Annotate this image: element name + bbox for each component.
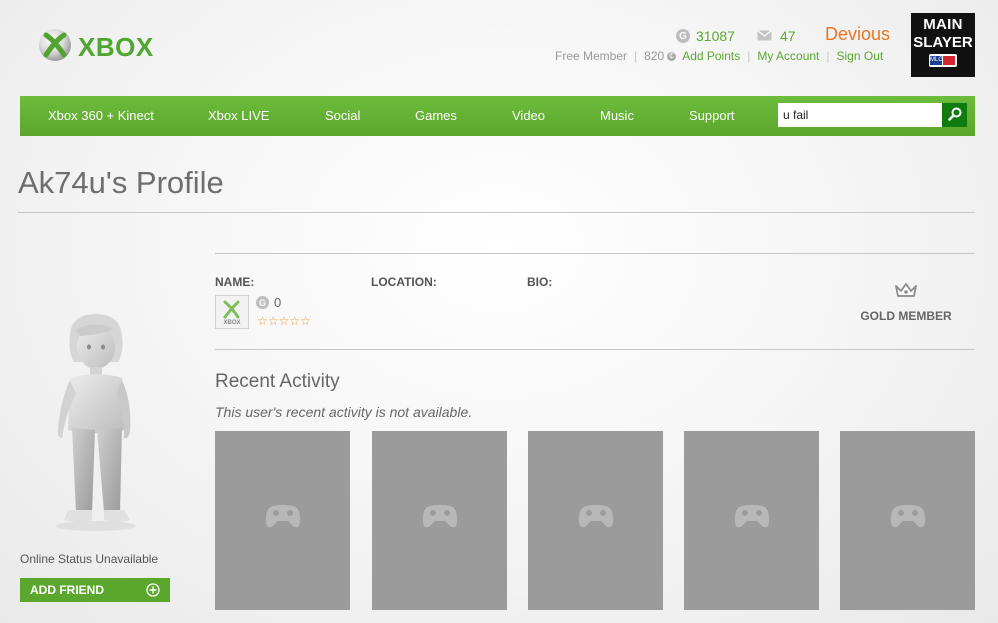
search-icon <box>947 107 962 124</box>
message-count[interactable]: 47 <box>780 28 796 44</box>
mail-icon[interactable] <box>757 28 772 44</box>
gamerscore-value: 31087 <box>696 28 735 44</box>
gamerpic-text-line2: SLAYER <box>913 34 973 51</box>
recent-activity-heading: Recent Activity <box>215 371 340 392</box>
gamerscore-icon: G <box>676 29 690 43</box>
search-input[interactable] <box>778 103 942 127</box>
gamertag-link[interactable]: Devious <box>825 24 890 45</box>
membership-label: Free Member <box>555 49 628 63</box>
nav-xbox-live[interactable]: Xbox LIVE <box>208 96 269 136</box>
xbox-sphere-icon <box>38 28 72 67</box>
add-friend-label: ADD FRIEND <box>30 583 104 597</box>
controller-icon <box>422 505 458 528</box>
profile-gamerscore-value: 0 <box>274 295 282 310</box>
divider: | <box>826 49 830 63</box>
sign-out-link[interactable]: Sign Out <box>837 49 884 63</box>
activity-tile <box>372 431 507 610</box>
star-icon: ☆ <box>278 314 290 328</box>
divider: | <box>747 49 751 63</box>
bio-label: BIO: <box>527 275 553 289</box>
nav-support[interactable]: Support <box>689 96 735 136</box>
xbox-logo[interactable]: XBOX <box>38 28 154 67</box>
activity-tile <box>840 431 975 610</box>
add-points-link[interactable]: Add Points <box>682 49 740 63</box>
star-icon: ☆ <box>289 314 301 328</box>
reputation-stars: ☆☆☆☆☆ <box>257 314 311 328</box>
nav-music[interactable]: Music <box>600 96 634 136</box>
mlg-badge-mark <box>943 56 955 65</box>
my-account-link[interactable]: My Account <box>757 49 819 63</box>
membership-tier-label: GOLD MEMBER <box>860 309 952 323</box>
info-divider-bottom <box>215 349 975 350</box>
gamerpic-text-line1: MAIN <box>923 16 963 33</box>
plus-circle-icon <box>146 583 160 600</box>
ms-points-icon: ₵ <box>667 51 677 61</box>
recent-activity-note: This user's recent activity is not avail… <box>215 404 473 420</box>
nav-video[interactable]: Video <box>512 96 545 136</box>
controller-icon <box>578 505 614 528</box>
add-friend-button[interactable]: ADD FRIEND <box>20 578 170 602</box>
profile-mini-gamerpic: XBOX <box>215 295 249 329</box>
gamerpic[interactable]: MAIN SLAYER MLG <box>911 13 975 77</box>
controller-icon <box>265 505 301 528</box>
activity-tile <box>215 431 350 610</box>
location-label: LOCATION: <box>371 275 437 289</box>
page-title: Ak74u's Profile <box>18 165 224 200</box>
main-nav: Xbox 360 + Kinect Xbox LIVE Social Games… <box>20 96 975 136</box>
name-label: NAME: <box>215 275 255 289</box>
crown-icon <box>894 282 918 304</box>
star-icon: ☆ <box>300 314 311 328</box>
mlg-badge-text: MLG <box>930 56 944 65</box>
star-icon: ☆ <box>257 314 268 328</box>
online-status: Online Status Unavailable <box>20 552 159 566</box>
account-links: Free Member | 820 ₵ Add Points | My Acco… <box>555 49 883 63</box>
mlg-badge: MLG <box>929 54 957 67</box>
info-divider-top <box>215 253 975 254</box>
nav-social[interactable]: Social <box>325 96 360 136</box>
ms-points-value: 820 <box>644 49 665 63</box>
activity-tile <box>528 431 663 610</box>
star-icon: ☆ <box>267 314 279 328</box>
nav-games[interactable]: Games <box>415 96 457 136</box>
nav-xbox-360-kinect[interactable]: Xbox 360 + Kinect <box>48 96 154 136</box>
activity-tile <box>684 431 819 610</box>
controller-icon <box>890 505 926 528</box>
controller-icon <box>734 505 770 528</box>
mini-pic-text: XBOX <box>223 320 240 326</box>
divider: | <box>634 49 638 63</box>
xbox-default-gamerpic-icon: XBOX <box>216 296 248 328</box>
top-stats: G 31087 47 <box>676 28 796 44</box>
reputation-score: G 0 <box>256 295 281 310</box>
title-divider <box>18 212 975 213</box>
avatar-image <box>40 312 150 539</box>
search-button[interactable] <box>942 103 967 127</box>
xbox-wordmark: XBOX <box>78 32 154 62</box>
gamerscore-icon: G <box>256 296 269 309</box>
